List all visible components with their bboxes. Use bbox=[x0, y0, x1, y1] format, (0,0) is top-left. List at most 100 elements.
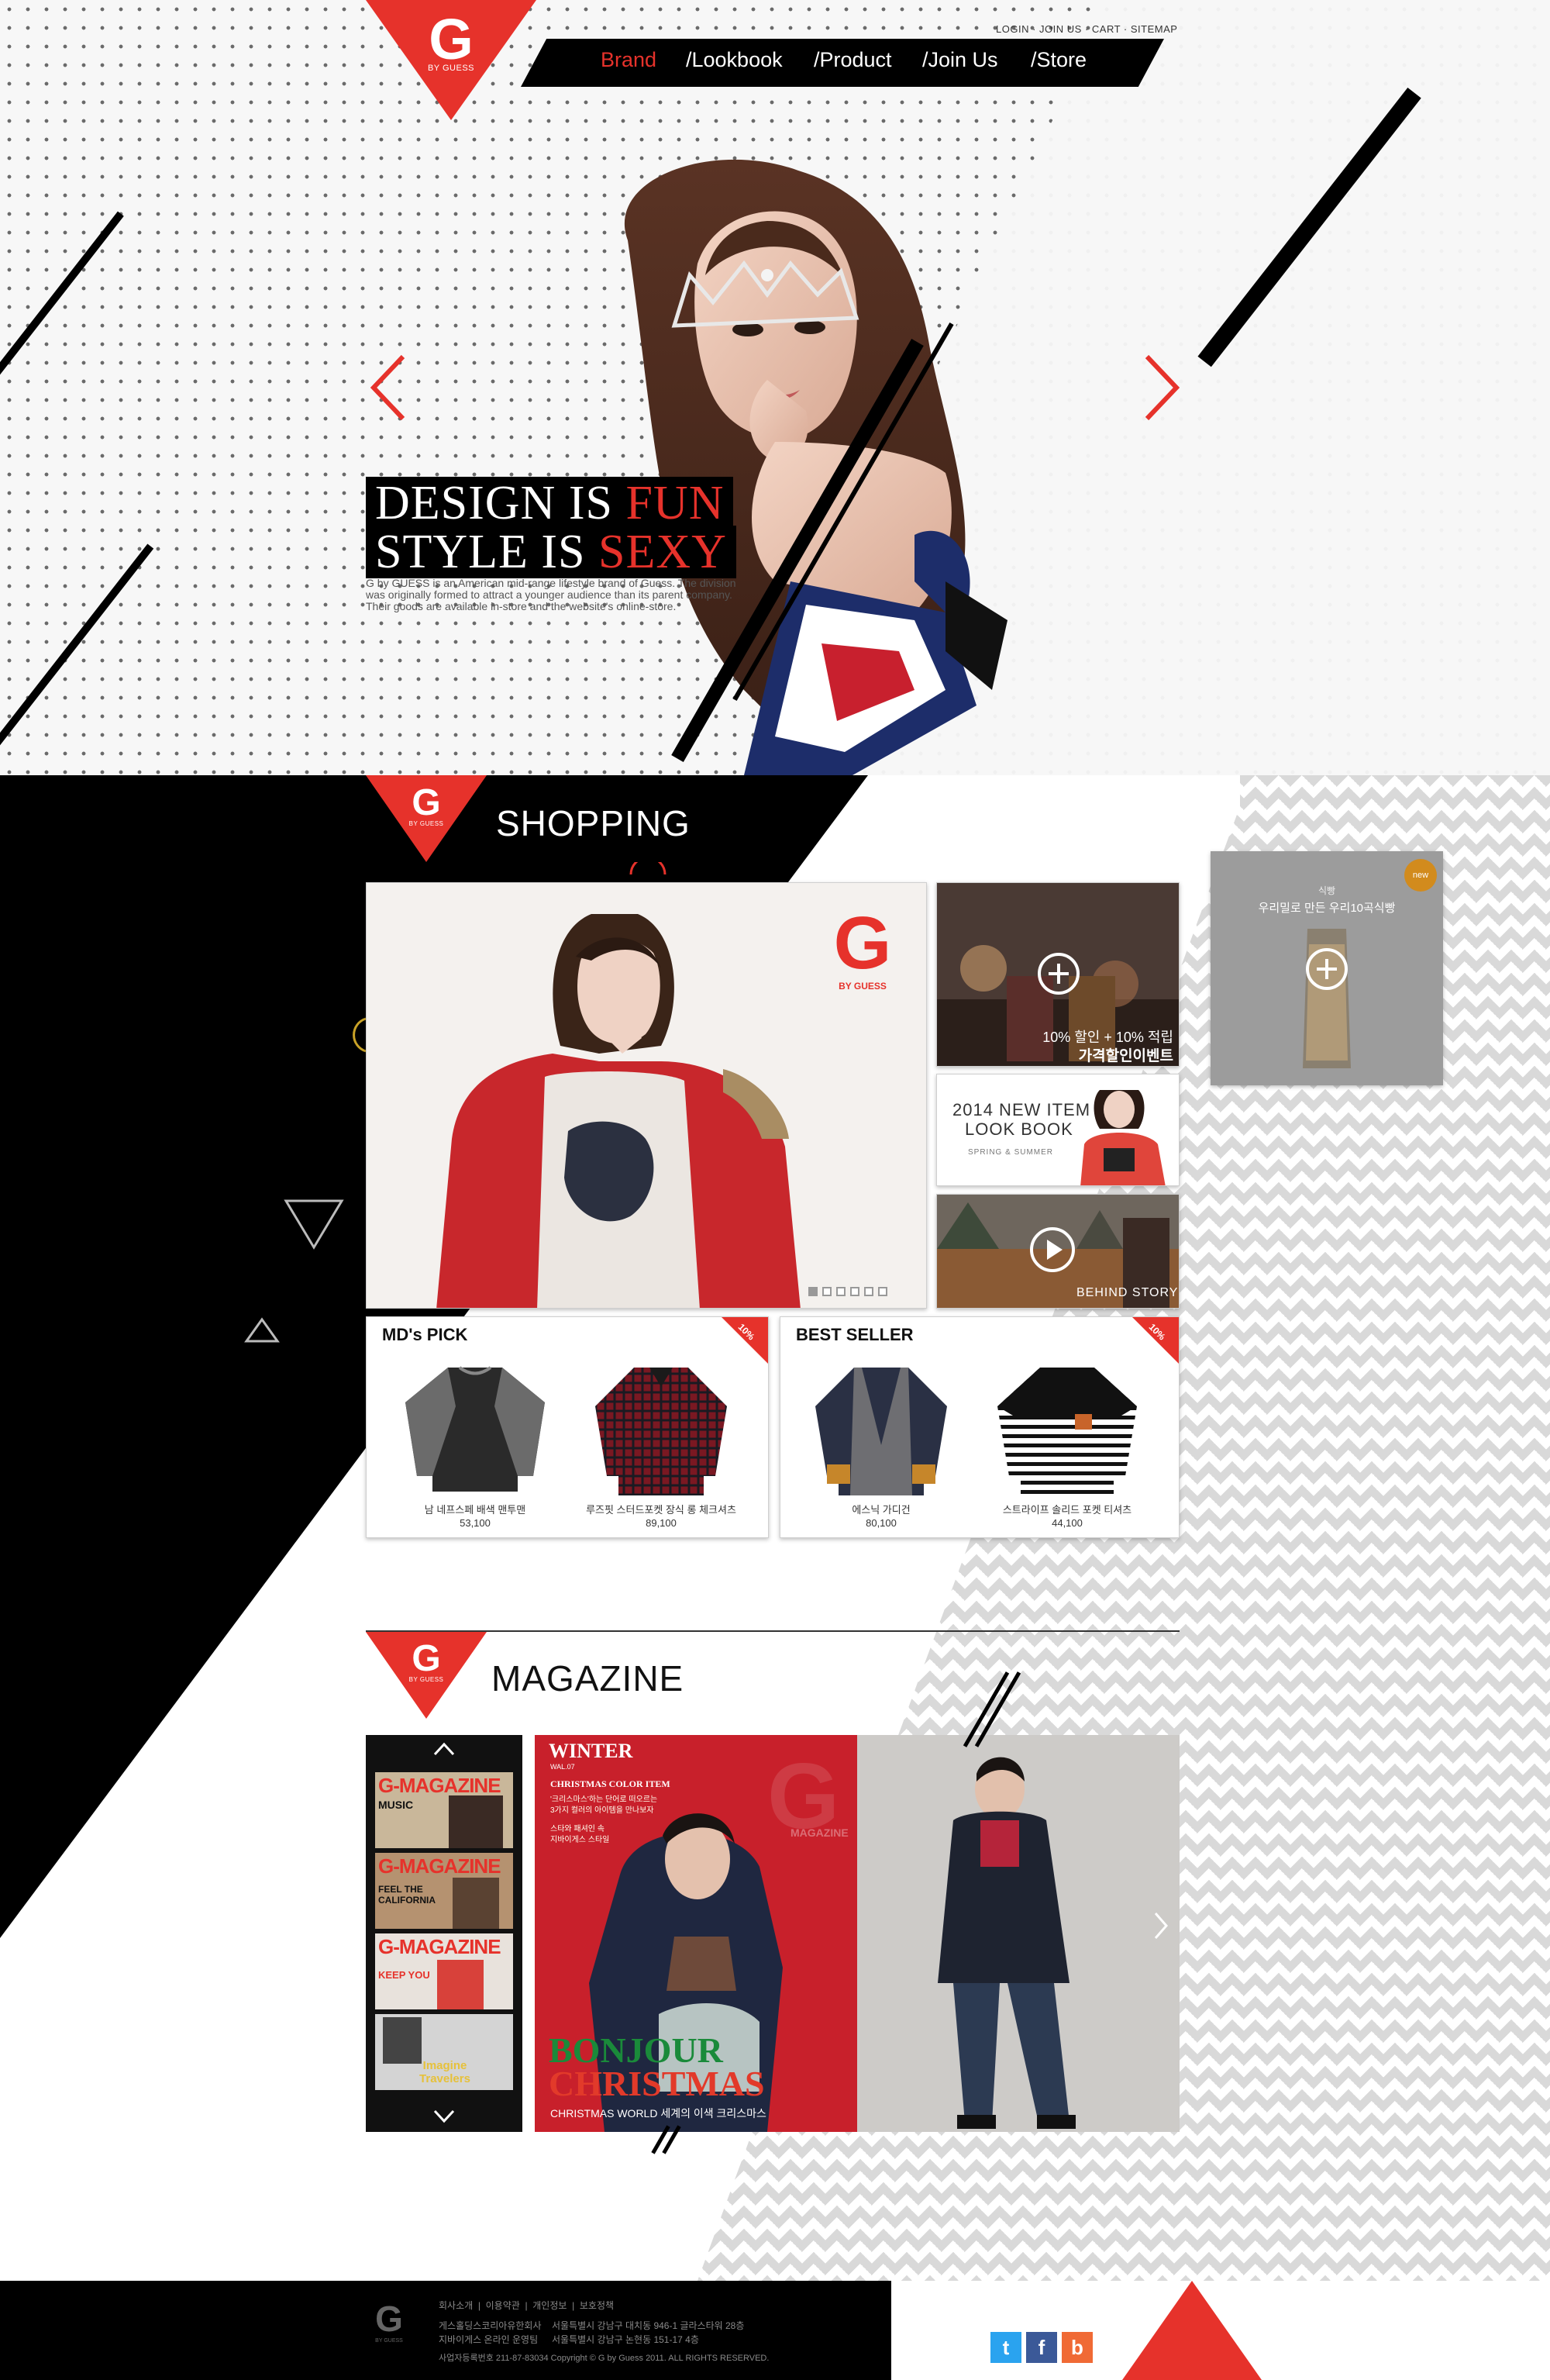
slider-dot[interactable] bbox=[808, 1287, 818, 1296]
spread-note-line: 스타와 패셔인 속 bbox=[550, 1825, 604, 1833]
footer-company: 지바이게스 온라인 운영팀 bbox=[439, 2334, 539, 2345]
spread-watermark: MAGAZINE bbox=[790, 1826, 849, 1839]
product-name[interactable]: 루즈핏 스터드포켓 장식 롱 체크셔츠 bbox=[584, 1503, 739, 1516]
footer-triangle bbox=[1122, 2281, 1262, 2380]
promo-behind-story[interactable]: BEHIND STORY bbox=[936, 1194, 1180, 1309]
product-cardigan-image[interactable] bbox=[811, 1360, 951, 1499]
banner-g-logo: G BY GUESS bbox=[833, 902, 892, 992]
lookbook-line3: SPRING & SUMMER bbox=[968, 1148, 1054, 1157]
slider-pagination[interactable] bbox=[808, 1286, 892, 1300]
spread-season-sub: WAL.07 bbox=[550, 1763, 575, 1771]
plus-icon[interactable] bbox=[1306, 948, 1348, 990]
nav-join-us[interactable]: /Join Us bbox=[922, 48, 998, 72]
footer-logo: G bbox=[375, 2299, 403, 2339]
join-us-link[interactable]: JOIN US bbox=[1039, 23, 1082, 35]
circle-accent-icon bbox=[629, 862, 666, 875]
nav-brand[interactable]: Brand bbox=[601, 48, 656, 72]
footer-link-policy[interactable]: 보호정책 bbox=[580, 2300, 614, 2311]
behind-story-label: BEHIND STORY bbox=[1076, 1286, 1179, 1299]
slider-dot[interactable] bbox=[878, 1287, 887, 1296]
blogger-icon[interactable]: b bbox=[1062, 2332, 1093, 2363]
ad-text: 우리밀로 만든 우리10곡식빵 bbox=[1258, 902, 1396, 915]
spread-note-line: 지바이게스 스타일 bbox=[550, 1836, 610, 1844]
triangle-up-icon bbox=[244, 1317, 280, 1343]
slider-dot[interactable] bbox=[850, 1287, 859, 1296]
magazine-title: MAGAZINE bbox=[491, 1658, 684, 1699]
plus-icon[interactable] bbox=[1038, 953, 1080, 995]
hero-model-image bbox=[624, 159, 1008, 775]
footer-link-terms[interactable]: 이용약관 bbox=[486, 2300, 520, 2311]
promo-lookbook[interactable]: 2014 NEW ITEM LOOK BOOK SPRING & SUMMER bbox=[936, 1074, 1180, 1186]
product-price: 80,100 bbox=[866, 1517, 897, 1529]
mds-pick-title: MD's PICK bbox=[382, 1325, 468, 1344]
chevron-up-icon[interactable] bbox=[432, 1741, 456, 1757]
magazine-thumb[interactable]: G-MAGAZINE KEEP YOU bbox=[375, 1933, 513, 2009]
footer-copyright: 사업자등록번호 211-87-83034 Copyright © G by Gu… bbox=[439, 2354, 770, 2363]
footer-link-company[interactable]: 회사소개 bbox=[439, 2300, 473, 2311]
next-arrow-icon[interactable] bbox=[1138, 353, 1184, 423]
footer-company: 게스홀딩스코리아유한회사 bbox=[439, 2320, 542, 2331]
footer-links: 회사소개 | 이용약관 | 개인정보 | 보호정책 bbox=[439, 2300, 615, 2311]
product-sweatshirt-image[interactable] bbox=[401, 1360, 549, 1499]
chevron-down-icon[interactable] bbox=[432, 2109, 456, 2124]
spread-item-line: '크리스마스'하는 단어로 떠오르는 bbox=[550, 1795, 658, 1804]
side-ad-banner[interactable]: new 식빵 우리밀로 만든 우리10곡식빵 bbox=[1211, 851, 1443, 1085]
twitter-icon[interactable]: t bbox=[990, 2332, 1021, 2363]
magazine-thumb[interactable]: Imagine Travelers bbox=[375, 2014, 513, 2090]
slider-dot[interactable] bbox=[836, 1287, 846, 1296]
magazine-logo-letter: G bbox=[412, 1638, 441, 1679]
play-icon[interactable] bbox=[1028, 1226, 1076, 1274]
logo-letter: G bbox=[429, 7, 474, 71]
circle-accent-icon bbox=[353, 1017, 367, 1053]
product-name[interactable]: 에스닉 가디건 bbox=[804, 1503, 959, 1516]
lookbook-line1: 2014 NEW ITEM bbox=[952, 1100, 1091, 1119]
best-seller-box: BEST SELLER 10% 에스닉 가디건 80,100 스트라이프 솔리드… bbox=[780, 1316, 1180, 1538]
prev-arrow-icon[interactable] bbox=[366, 353, 412, 423]
magazine-thumb[interactable]: G-MAGAZINE FEEL THE CALIFORNIA bbox=[375, 1853, 513, 1929]
slider-dot[interactable] bbox=[822, 1287, 832, 1296]
nav-lookbook[interactable]: /Lookbook bbox=[686, 48, 783, 72]
logo-subtitle: BY GUESS bbox=[427, 64, 475, 73]
sitemap-link[interactable]: SITEMAP bbox=[1131, 23, 1178, 35]
hero-headline-line1: DESIGN IS FUN bbox=[366, 477, 734, 529]
shopping-title: SHOPPING bbox=[496, 803, 691, 843]
magazine-thumb[interactable]: G-MAGAZINE MUSIC bbox=[375, 1772, 513, 1848]
login-link[interactable]: LOGIN bbox=[996, 23, 1029, 35]
shopping-main-banner[interactable]: G BY GUESS bbox=[366, 882, 927, 1309]
lookbook-model-image bbox=[1080, 1090, 1166, 1185]
mds-pick-box: MD's PICK 10% 남 네프스페 배색 맨투맨 53,100 루즈핏 스… bbox=[366, 1316, 769, 1538]
slider-dot[interactable] bbox=[864, 1287, 873, 1296]
spread-headline2: CHRISTMAS bbox=[549, 2064, 765, 2103]
product-price: 89,100 bbox=[646, 1517, 677, 1529]
footer-address: 서울특별시 강남구 대치동 946-1 글라스타워 28층 bbox=[552, 2320, 745, 2331]
shopping-logo-subtitle: BY GUESS bbox=[408, 820, 444, 827]
hero-description: G by GUESS is an American mid-range life… bbox=[366, 577, 736, 612]
footer-address: 서울특별시 강남구 논현동 151-17 4층 bbox=[552, 2334, 699, 2345]
product-striped-tee-image[interactable] bbox=[994, 1360, 1141, 1499]
top-links: LOGIN · JOIN US · CART · SITEMAP bbox=[996, 23, 1178, 35]
footer-link-privacy[interactable]: 개인정보 bbox=[532, 2300, 567, 2311]
magazine-spread[interactable]: G MAGAZINE WINTER WAL.07 CHRISTMAS COLOR… bbox=[535, 1735, 1180, 2132]
nav-store[interactable]: /Store bbox=[1031, 48, 1087, 72]
spread-caption: CHRISTMAS WORLD 세계의 이색 크리스마스 bbox=[550, 2107, 766, 2120]
product-check-shirt-image[interactable] bbox=[591, 1360, 731, 1499]
best-seller-title: BEST SELLER bbox=[796, 1325, 914, 1344]
product-price: 44,100 bbox=[1052, 1517, 1083, 1529]
page: LOGIN · JOIN US · CART · SITEMAP Brand /… bbox=[0, 0, 1550, 2380]
cart-link[interactable]: CART bbox=[1092, 23, 1121, 35]
spread-season: WINTER bbox=[549, 1740, 633, 1762]
shopping-logo-letter: G bbox=[412, 782, 441, 823]
nav-product[interactable]: /Product bbox=[814, 48, 892, 72]
chevron-right-icon[interactable] bbox=[1152, 1910, 1170, 1941]
product-price: 53,100 bbox=[460, 1517, 491, 1529]
product-name[interactable]: 남 네프스페 배색 맨투맨 bbox=[398, 1503, 553, 1516]
footer-logo-sub: BY GUESS bbox=[375, 2338, 403, 2344]
promo-discount-event[interactable]: 10% 할인 + 10% 적립 가격할인이벤트 bbox=[936, 882, 1180, 1067]
footer: G BY GUESS 회사소개 | 이용약관 | 개인정보 | 보호정책 게스홀… bbox=[0, 2281, 891, 2380]
spread-item-line: 3가지 컬러의 아이템을 만나보자 bbox=[550, 1806, 654, 1815]
product-name[interactable]: 스트라이프 솔리드 포켓 티셔츠 bbox=[990, 1503, 1145, 1516]
promo1-line2: 가격할인이벤트 bbox=[1078, 1048, 1173, 1064]
facebook-icon[interactable]: f bbox=[1026, 2332, 1057, 2363]
magazine-thumbnail-list: G-MAGAZINE MUSIC G-MAGAZINE FEEL THE CAL… bbox=[366, 1735, 522, 2132]
triangle-down-icon bbox=[284, 1199, 344, 1250]
